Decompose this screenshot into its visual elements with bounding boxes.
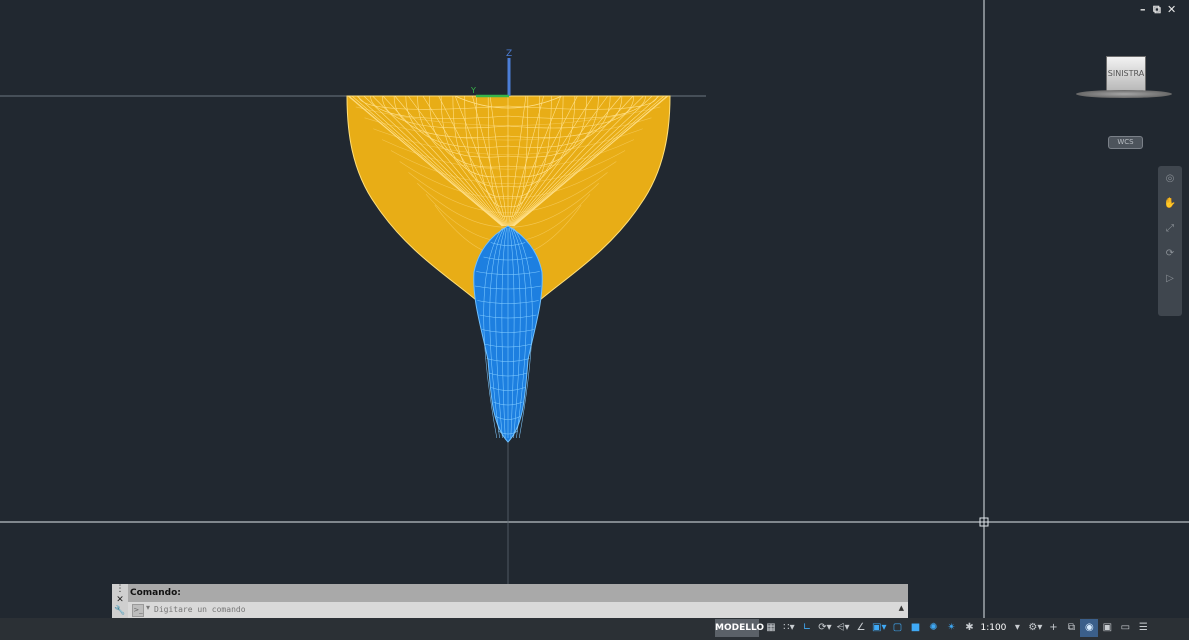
- model-tab[interactable]: MODELLO: [715, 619, 764, 637]
- restore-icon[interactable]: ⧉: [1153, 3, 1161, 17]
- workspace-icon[interactable]: ⚙▾: [1026, 619, 1044, 637]
- command-input[interactable]: [154, 603, 874, 616]
- navigation-bar: ◎ ✋ ⤢ ⟳ ▷: [1158, 166, 1182, 316]
- chevron-down-icon[interactable]: ▾: [1008, 619, 1026, 637]
- chevron-up-icon[interactable]: ▲: [899, 604, 904, 612]
- hardware-acceleration-icon[interactable]: ◉: [1080, 619, 1099, 637]
- plus-icon[interactable]: +: [1044, 619, 1062, 637]
- command-line: ⋮ ✕ 🔧 Comando: >_ ▾ ▲: [112, 584, 908, 618]
- viewcube-face-label: SINISTRA: [1107, 69, 1145, 78]
- pan-icon[interactable]: ✋: [1158, 191, 1182, 216]
- zoom-extents-icon[interactable]: ⤢: [1158, 216, 1182, 241]
- minimize-icon[interactable]: –: [1140, 3, 1146, 17]
- wcs-menu[interactable]: WCS: [1108, 136, 1143, 149]
- clean-screen-icon[interactable]: ▣: [1098, 619, 1116, 637]
- otrack-icon[interactable]: ▣▾: [870, 619, 888, 637]
- wrench-icon[interactable]: 🔧: [112, 606, 128, 617]
- ucs-y-label: Y: [470, 86, 476, 95]
- transparency-icon[interactable]: ■: [906, 619, 924, 637]
- command-prompt-icon[interactable]: >_: [132, 604, 144, 617]
- annotation-visibility-icon[interactable]: ✱: [960, 619, 978, 637]
- model-canvas[interactable]: Z Y: [0, 0, 1189, 618]
- status-icons: ▦ ∷▾ ∟ ⟳▾ ⩤▾ ∠ ▣▾ ▢ ■ ✺ ✴ ✱ 1:100 ▾ ⚙▾ +…: [762, 619, 1152, 637]
- orbit-icon[interactable]: ⟳: [1158, 241, 1182, 266]
- grid-icon[interactable]: ▦: [762, 619, 780, 637]
- chevron-down-icon[interactable]: ▾: [146, 603, 150, 612]
- drawing-viewport[interactable]: Z Y – ⧉ ✕ SINISTRA WCS ◎ ✋ ⤢ ⟳ ▷: [0, 0, 1189, 618]
- keel-wireframe: [473, 225, 543, 443]
- ucs-icon: Z Y: [470, 49, 512, 98]
- lineweight-icon[interactable]: ▢: [888, 619, 906, 637]
- close-icon[interactable]: ✕: [1167, 3, 1176, 17]
- command-history: Comando:: [130, 588, 181, 598]
- close-icon[interactable]: ✕: [112, 595, 128, 606]
- polar-icon[interactable]: ⟳▾: [816, 619, 834, 637]
- command-grip[interactable]: ⋮: [112, 584, 128, 595]
- viewcube-compass[interactable]: [1076, 90, 1172, 98]
- osnap-icon[interactable]: ∠: [852, 619, 870, 637]
- isodraft-icon[interactable]: ⩤▾: [834, 619, 852, 637]
- ortho-icon[interactable]: ∟: [798, 619, 816, 637]
- isolate-icon[interactable]: ⧉: [1062, 619, 1080, 637]
- customize-icon[interactable]: ☰: [1134, 619, 1152, 637]
- snap-icon[interactable]: ∷▾: [780, 619, 798, 637]
- command-side-bar: ⋮ ✕ 🔧: [112, 584, 128, 618]
- command-input-row: >_ ▾ ▲: [128, 602, 908, 618]
- fullscreen-icon[interactable]: ▭: [1116, 619, 1134, 637]
- steering-wheel-icon[interactable]: ◎: [1158, 166, 1182, 191]
- annotation-scale[interactable]: 1:100: [978, 619, 1008, 637]
- showmotion-icon[interactable]: ▷: [1158, 266, 1182, 291]
- viewcube[interactable]: SINISTRA: [1106, 56, 1146, 92]
- ucs-z-label: Z: [506, 49, 512, 59]
- dynamic-ucs-icon[interactable]: ✴: [942, 619, 960, 637]
- selection-cycling-icon[interactable]: ✺: [924, 619, 942, 637]
